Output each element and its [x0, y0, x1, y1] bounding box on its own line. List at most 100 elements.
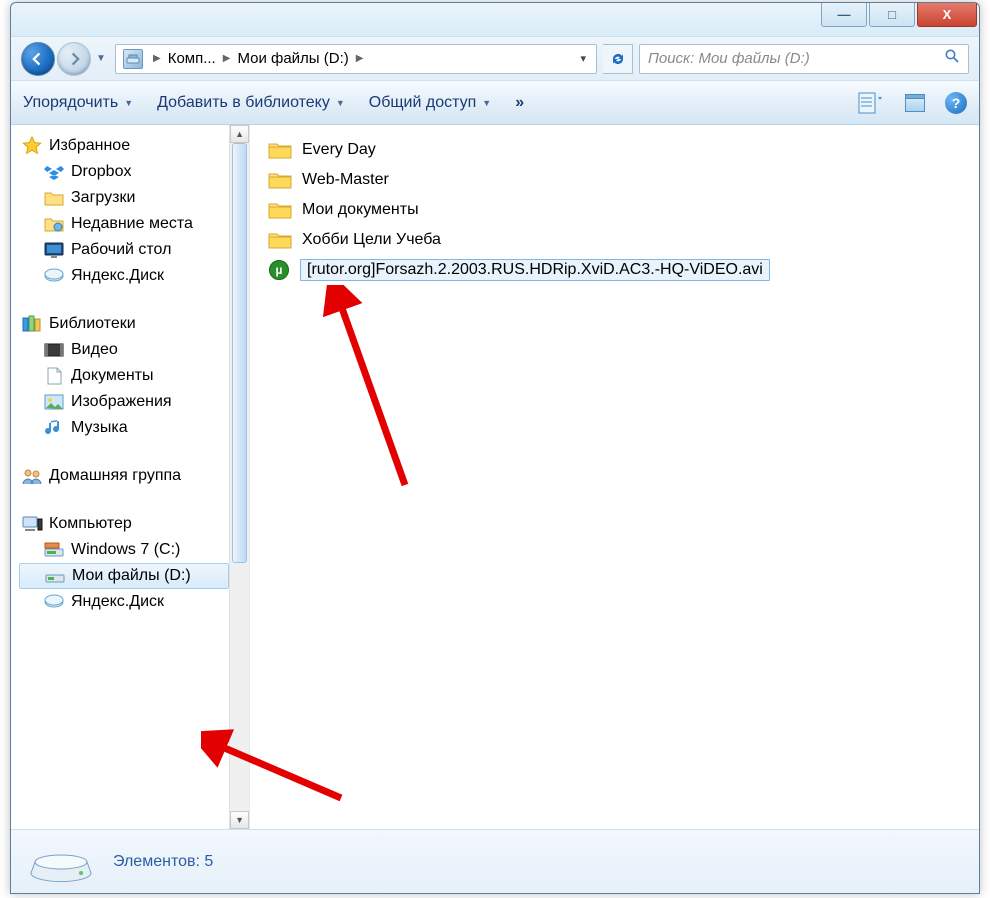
- drive-icon: [123, 49, 143, 69]
- sidebar-scrollbar[interactable]: ▲ ▼: [229, 125, 249, 829]
- homegroup-icon: [21, 466, 43, 486]
- sidebar-item-downloads[interactable]: Загрузки: [19, 185, 229, 211]
- recent-icon: [43, 214, 65, 234]
- status-bar: Элементов: 5: [11, 829, 979, 893]
- music-icon: [43, 418, 65, 438]
- forward-button[interactable]: [57, 42, 91, 76]
- close-button[interactable]: X: [917, 3, 977, 27]
- share-label: Общий доступ: [369, 94, 477, 112]
- status-item-count: Элементов: 5: [113, 853, 213, 871]
- help-icon: ?: [952, 95, 961, 111]
- folder-icon: [268, 201, 292, 219]
- libraries-icon: [21, 314, 43, 334]
- scroll-up-button[interactable]: ▲: [230, 125, 249, 143]
- scroll-down-button[interactable]: ▼: [230, 811, 249, 829]
- file-name: Web-Master: [302, 171, 389, 189]
- chevron-down-icon: ▼: [124, 98, 133, 108]
- crumb-label: Мои файлы (D:): [237, 50, 348, 67]
- sidebar-item-recent[interactable]: Недавние места: [19, 211, 229, 237]
- crumb-sep[interactable]: ▶: [221, 53, 233, 64]
- sidebar-item-dropbox[interactable]: Dropbox: [19, 159, 229, 185]
- documents-icon: [43, 366, 65, 386]
- sidebar-item-label: Документы: [71, 367, 153, 385]
- main-area: Избранное Dropbox Загрузки Недавние мест…: [11, 125, 979, 829]
- arrow-left-icon: [31, 52, 45, 66]
- explorer-window: — □ X ▼ ▶ Комп... ▶ Мои файлы (D:): [10, 2, 980, 894]
- chevron-down-icon: ▼: [336, 98, 345, 108]
- sidebar-item-documents[interactable]: Документы: [19, 363, 229, 389]
- favorites-header[interactable]: Избранное: [19, 133, 229, 159]
- drive-c-icon: [43, 540, 65, 560]
- folder-icon: [43, 188, 65, 208]
- titlebar: — □ X: [11, 3, 979, 37]
- sidebar-item-videos[interactable]: Видео: [19, 337, 229, 363]
- sidebar-item-label: Windows 7 (C:): [71, 541, 180, 559]
- folder-icon: [268, 171, 292, 189]
- search-icon[interactable]: [944, 48, 960, 69]
- toolbar-overflow[interactable]: »: [515, 94, 526, 112]
- pictures-icon: [43, 392, 65, 412]
- sidebar-item-label: Мои файлы (D:): [72, 567, 191, 585]
- view-options-button[interactable]: [857, 91, 885, 115]
- libraries-label: Библиотеки: [49, 315, 136, 333]
- maximize-button[interactable]: □: [869, 3, 915, 27]
- sidebar-item-drive-c[interactable]: Windows 7 (C:): [19, 537, 229, 563]
- chevron-down-icon: ▼: [482, 98, 491, 108]
- crumb-drive-d[interactable]: Мои файлы (D:): [232, 45, 353, 73]
- list-item[interactable]: Хобби Цели Учеба: [268, 225, 961, 255]
- refresh-button[interactable]: [603, 44, 633, 74]
- homegroup-header[interactable]: Домашняя группа: [19, 463, 229, 489]
- dropbox-icon: [43, 162, 65, 182]
- nav-history-dropdown[interactable]: ▼: [93, 46, 109, 72]
- sidebar-item-label: Яндекс.Диск: [71, 593, 164, 611]
- minimize-button[interactable]: —: [821, 3, 867, 27]
- breadcrumb-history-dropdown[interactable]: ▾: [572, 52, 594, 65]
- file-list[interactable]: Every Day Web-Master Мои документы Хобби…: [250, 125, 979, 829]
- minimize-glyph: —: [838, 7, 851, 22]
- breadcrumb-bar[interactable]: ▶ Комп... ▶ Мои файлы (D:) ▶ ▾: [115, 44, 597, 74]
- list-item[interactable]: Every Day: [268, 135, 961, 165]
- crumb-root-icon[interactable]: [118, 45, 151, 73]
- sidebar-item-yandex-disk-2[interactable]: Яндекс.Диск: [19, 589, 229, 615]
- navigation-pane: Избранное Dropbox Загрузки Недавние мест…: [11, 125, 250, 829]
- search-input[interactable]: Поиск: Мои файлы (D:): [639, 44, 969, 74]
- sidebar-item-music[interactable]: Музыка: [19, 415, 229, 441]
- sidebar-item-drive-d[interactable]: Мои файлы (D:): [19, 563, 229, 589]
- close-glyph: X: [943, 7, 952, 22]
- drive-large-icon: [29, 840, 93, 884]
- sidebar-item-desktop[interactable]: Рабочий стол: [19, 237, 229, 263]
- file-name: Хобби Цели Учеба: [302, 231, 441, 249]
- annotation-arrow: [320, 285, 420, 495]
- share-menu[interactable]: Общий доступ ▼: [369, 94, 491, 112]
- computer-icon: [21, 514, 43, 534]
- sidebar-item-label: Dropbox: [71, 163, 131, 181]
- favorites-label: Избранное: [49, 137, 130, 155]
- file-name: Мои документы: [302, 201, 419, 219]
- crumb-sep: ▶: [151, 53, 163, 64]
- help-button[interactable]: ?: [945, 92, 967, 114]
- list-item[interactable]: Web-Master: [268, 165, 961, 195]
- view-icon: [858, 92, 884, 114]
- sidebar-item-label: Рабочий стол: [71, 241, 171, 259]
- add-to-library-menu[interactable]: Добавить в библиотеку ▼: [157, 94, 345, 112]
- sidebar-item-label: Недавние места: [71, 215, 193, 233]
- list-item[interactable]: Мои документы: [268, 195, 961, 225]
- navigation-bar: ▼ ▶ Комп... ▶ Мои файлы (D:) ▶ ▾ Поис: [11, 37, 979, 81]
- crumb-sep[interactable]: ▶: [354, 53, 366, 64]
- nav-arrows: ▼: [21, 42, 109, 76]
- computer-header[interactable]: Компьютер: [19, 511, 229, 537]
- list-item[interactable]: µ [rutor.org]Forsazh.2.2003.RUS.HDRip.Xv…: [268, 255, 961, 285]
- preview-pane-button[interactable]: [901, 91, 929, 115]
- crumb-computer[interactable]: Комп...: [163, 45, 221, 73]
- computer-label: Компьютер: [49, 515, 132, 533]
- maximize-glyph: □: [888, 7, 896, 22]
- back-button[interactable]: [21, 42, 55, 76]
- sidebar-item-label: Музыка: [71, 419, 128, 437]
- sidebar-item-pictures[interactable]: Изображения: [19, 389, 229, 415]
- organize-menu[interactable]: Упорядочить ▼: [23, 94, 133, 112]
- sidebar-item-yandex-disk[interactable]: Яндекс.Диск: [19, 263, 229, 289]
- libraries-header[interactable]: Библиотеки: [19, 311, 229, 337]
- file-name: [rutor.org]Forsazh.2.2003.RUS.HDRip.XviD…: [300, 259, 770, 281]
- overflow-label: »: [515, 94, 526, 112]
- scroll-thumb[interactable]: [232, 143, 247, 563]
